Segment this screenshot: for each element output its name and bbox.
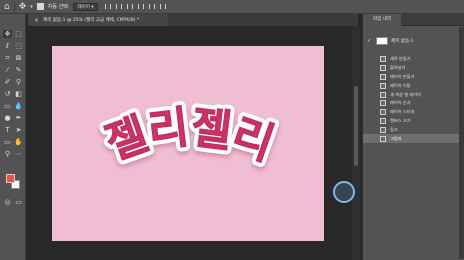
path-select-icon[interactable]: ➤ (14, 126, 23, 134)
marquee-tool-icon[interactable]: ⬚ (14, 30, 23, 38)
snapshot-thumbnail (376, 37, 388, 45)
more-tools-icon[interactable]: ⋯ (14, 150, 23, 158)
history-step-icon (380, 109, 386, 116)
history-step-icon (380, 135, 386, 142)
pen-tool-icon[interactable]: ✒ (14, 114, 23, 122)
history-snapshot[interactable]: ✓ 제목 없음-1 (363, 34, 464, 48)
object-select-icon[interactable]: ⬚ (14, 42, 23, 50)
history-item[interactable]: 새로 만들기 (363, 55, 464, 64)
history-step-icon (380, 126, 386, 133)
align-left-icon[interactable] (104, 4, 111, 9)
crop-tool-icon[interactable]: ⌗ (3, 54, 12, 62)
document-canvas[interactable]: 젤리젤리 젤리젤리 (52, 46, 324, 241)
layer-select-value: 레이어 (77, 4, 90, 10)
rectangle-tool-icon[interactable]: ▭ (3, 138, 12, 146)
brush-tool-icon[interactable]: ✐ (3, 78, 12, 86)
history-step-icon (380, 91, 386, 98)
mouse-cursor-highlight (333, 181, 355, 203)
dodge-tool-icon[interactable]: ● (3, 114, 12, 122)
zoom-tool-icon[interactable]: ⚲ (3, 150, 12, 158)
history-item[interactable]: 붙여넣기 (363, 64, 464, 73)
gradient-tool-icon[interactable]: ▭ (3, 102, 12, 110)
align-top-icon[interactable] (137, 4, 144, 9)
history-brush-source-icon[interactable]: ✓ (367, 38, 373, 44)
auto-select-label: 자동 선택: (47, 4, 70, 10)
jelly-text-art: 젤리젤리 젤리젤리 (95, 98, 285, 175)
history-item[interactable]: 레이어 순서 (363, 99, 464, 108)
history-item[interactable]: 그림자 (363, 134, 464, 143)
history-item-label: 새로 만들기 (390, 56, 411, 62)
history-item[interactable]: 새 색상 칠 레이어 (363, 90, 464, 99)
frame-tool-icon[interactable]: ⊠ (14, 54, 23, 62)
options-bar: ⌂ ✥ ▾ 자동 선택: 레이어 ▾ (0, 0, 464, 14)
history-item[interactable]: 레이어 이동 (363, 81, 464, 90)
healing-brush-icon[interactable]: ✎ (14, 66, 23, 74)
history-item[interactable]: 캔버스 크기 (363, 117, 464, 126)
history-item-label: 캔버스 크기 (390, 117, 411, 123)
history-step-icon (380, 117, 386, 124)
history-item-label: 그림자 (390, 135, 402, 141)
align-tools (104, 4, 166, 9)
clone-stamp-icon[interactable]: ⚲ (14, 78, 23, 86)
foreground-color-swatch[interactable] (6, 174, 15, 183)
tools-panel: ✥ ⬚ ℓ ⬚ ⌗ ⊠ ⁄ ✎ ✐ ⚲ ↺ ◧ ▭ 💧 ● ✒ T ➤ ▭ ✋ … (0, 14, 26, 260)
screen-mode-icon[interactable]: ▭ (14, 198, 23, 206)
snapshot-name: 제목 없음-1 (391, 39, 414, 44)
home-icon[interactable]: ⌂ (4, 0, 10, 14)
document-tab-title: 제목 없음-1 @ 25% (젤리 고급 계체, CMYK/8) * (43, 18, 140, 23)
svg-text:젤리젤리: 젤리젤리 (99, 102, 279, 170)
move-tool-icon[interactable]: ✥ (3, 30, 12, 38)
canvas-workspace[interactable]: 젤리젤리 젤리젤리 (27, 26, 360, 260)
history-item-label: 레이어 이동 (390, 82, 411, 88)
history-step-icon (380, 100, 386, 107)
move-tool-icon[interactable]: ✥ (19, 0, 27, 14)
type-tool-icon[interactable]: T (3, 126, 12, 134)
eraser-tool-icon[interactable]: ◧ (14, 90, 23, 98)
history-step-icon (380, 56, 386, 63)
history-item-label: 새 색상 칠 레이어 (390, 91, 421, 97)
canvas-vertical-scrollbar[interactable] (352, 26, 360, 260)
align-middle-icon[interactable] (148, 4, 155, 9)
document-tab[interactable]: × 제목 없음-1 @ 25% (젤리 고급 계체, CMYK/8) * (28, 14, 168, 26)
history-item-label: 레이어 순서 (390, 100, 411, 106)
align-right-icon[interactable] (126, 4, 133, 9)
photoshop-window: ⌂ ✥ ▾ 자동 선택: 레이어 ▾ ✥ ⬚ ℓ ⬚ ⌗ ⊠ ⁄ ✎ ✐ ⚲ ↺… (0, 0, 464, 260)
quick-mask-icon[interactable]: ◎ (3, 198, 12, 206)
document-tab-bar: × 제목 없음-1 @ 25% (젤리 고급 계체, CMYK/8) * (28, 14, 358, 26)
options-divider (13, 2, 15, 11)
close-tab-icon[interactable]: × (34, 17, 39, 24)
lasso-tool-icon[interactable]: ℓ (3, 42, 12, 50)
history-panel-header: 작업 내역 (363, 14, 464, 26)
align-center-icon[interactable] (115, 4, 122, 9)
scrollbar-thumb[interactable] (354, 86, 358, 166)
history-step-icon (380, 73, 386, 80)
history-panel-tab[interactable]: 작업 내역 (363, 14, 401, 26)
history-panel: 작업 내역 ✓ 제목 없음-1 새로 만들기 붙여넣기 레이어 만들기 레이어 이동 새… (362, 14, 464, 260)
align-bottom-icon[interactable] (159, 4, 166, 9)
history-item[interactable]: 레이어 만들기 (363, 73, 464, 82)
history-item[interactable]: 레이어 스타일 (363, 108, 464, 117)
history-item-label: 레이어 스타일 (390, 109, 415, 115)
history-item[interactable]: 링크 (363, 125, 464, 134)
history-step-icon (380, 82, 386, 89)
eyedropper-tool-icon[interactable]: ⁄ (3, 66, 12, 74)
history-step-icon (380, 65, 386, 72)
history-item-label: 붙여넣기 (390, 65, 406, 71)
layer-select-dropdown[interactable]: 레이어 ▾ (73, 2, 98, 11)
hand-tool-icon[interactable]: ✋ (14, 138, 23, 146)
history-item-label: 링크 (390, 126, 398, 132)
auto-select-checkbox[interactable] (36, 3, 44, 10)
blur-tool-icon[interactable]: 💧 (14, 102, 23, 110)
history-panel-scrollbar[interactable] (459, 27, 464, 259)
history-item-label: 레이어 만들기 (390, 73, 415, 79)
jelly-text-fill: 젤리젤리 (99, 102, 281, 171)
chevron-down-icon[interactable]: ▾ (30, 0, 33, 14)
history-brush-icon[interactable]: ↺ (3, 90, 12, 98)
history-list: 새로 만들기붙여넣기레이어 만들기레이어 이동새 색상 칠 레이어레이어 순서레… (363, 55, 464, 143)
